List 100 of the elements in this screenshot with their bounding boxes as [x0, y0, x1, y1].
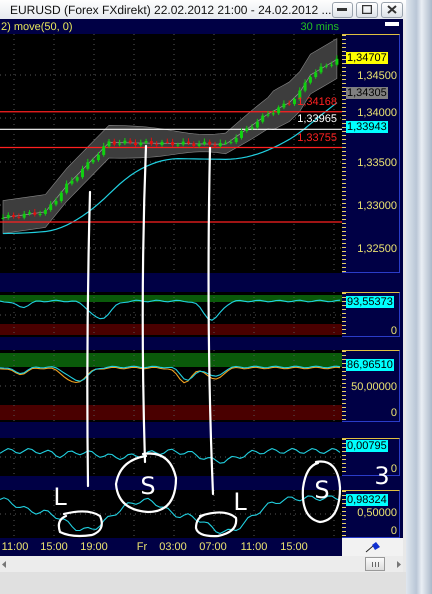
minimize-button[interactable] — [332, 2, 354, 18]
candlestick — [86, 158, 90, 172]
candlestick — [214, 141, 216, 148]
candlestick — [202, 138, 206, 146]
close-icon — [387, 5, 398, 14]
candlestick — [224, 140, 228, 146]
candlestick — [123, 138, 126, 146]
candlestick — [155, 140, 158, 148]
candlestick — [176, 142, 180, 148]
time-label: Fr — [136, 541, 148, 553]
candlestick — [324, 63, 328, 69]
candlestick — [272, 110, 275, 117]
handwritten-mark: S — [314, 477, 330, 503]
interval-label: 30 mins — [300, 20, 339, 32]
candlestick — [112, 138, 116, 147]
candlestick — [187, 138, 190, 146]
axis-label: 50,00000 — [351, 381, 397, 393]
candlestick — [144, 138, 148, 145]
candlestick — [229, 138, 232, 145]
axis-label: 0 — [390, 325, 397, 337]
left-arrow-icon — [2, 560, 6, 568]
candlestick — [192, 140, 196, 148]
candlestick — [60, 190, 63, 204]
time-label: 19:00 — [80, 541, 108, 553]
candlestick — [261, 112, 264, 124]
handwritten-mark: L — [233, 489, 247, 515]
candlestick — [234, 134, 238, 144]
time-label: 11:00 — [240, 541, 268, 553]
candlestick — [108, 138, 110, 149]
candlestick — [171, 138, 174, 148]
axis-label: 0,50000 — [357, 507, 397, 519]
axis-label: 0 — [390, 525, 397, 537]
candlestick — [208, 139, 212, 147]
candlestick — [33, 208, 36, 218]
candlestick — [28, 210, 31, 216]
candlestick — [240, 128, 243, 140]
maximize-button[interactable] — [356, 2, 378, 18]
axis-label: 1,34000 — [357, 107, 397, 119]
candlestick — [118, 139, 122, 147]
candlestick — [134, 138, 137, 148]
axis-label: 0 — [390, 407, 397, 419]
axis-label: 1,34500 — [357, 70, 397, 82]
window-title: EURUSD (Forex FXdirekt) 22.02.2012 21:00 - 24.02.2012 ... — [9, 2, 332, 16]
candlestick — [198, 140, 201, 148]
candlestick — [54, 197, 58, 207]
candlestick — [44, 207, 47, 216]
price-tag: 1,34305 — [346, 87, 388, 99]
candlestick — [330, 61, 334, 68]
candlestick — [22, 210, 26, 220]
candlestick — [102, 142, 106, 158]
value-tag: 0,00795 — [346, 440, 388, 452]
right-arrow-icon — [397, 560, 401, 568]
candlestick — [76, 174, 79, 183]
candlestick — [335, 54, 338, 67]
time-label: 07:00 — [199, 541, 227, 553]
candlestick — [308, 74, 312, 85]
candlestick — [304, 78, 307, 93]
price-level-label: 1,33755 — [296, 132, 338, 144]
candlestick — [282, 100, 286, 110]
candlestick — [92, 157, 95, 165]
value-tag: 86,96510 — [346, 359, 394, 371]
candlestick — [245, 125, 248, 134]
handwritten-mark: L — [53, 484, 67, 510]
candlestick — [17, 212, 20, 220]
candlestick — [49, 200, 52, 212]
candlestick — [70, 176, 74, 186]
candlestick — [182, 138, 185, 147]
value-tag: 0,98324 — [346, 494, 388, 506]
time-label: 15:00 — [280, 541, 308, 553]
close-button[interactable] — [381, 2, 403, 18]
time-label: 03:00 — [159, 541, 187, 553]
axis-label: 1,33000 — [357, 200, 397, 212]
price-level-label: 1,34168 — [296, 96, 338, 108]
candlestick — [256, 118, 259, 130]
candlestick — [2, 214, 4, 220]
candlestick — [65, 180, 68, 195]
candlestick — [38, 210, 42, 218]
candlestick — [160, 139, 164, 148]
candlestick — [266, 110, 270, 118]
pin-icon[interactable] — [364, 541, 380, 553]
price-tag: 1,34707 — [346, 52, 388, 64]
price-tag: 1,33943 — [346, 121, 388, 133]
candlestick — [288, 100, 291, 106]
axis-label: 1,32500 — [357, 243, 397, 255]
candlestick — [81, 165, 84, 180]
axis-label: 1,33500 — [357, 157, 397, 169]
candlestick — [314, 68, 318, 80]
maximize-icon — [362, 5, 372, 14]
panel-handle[interactable] — [385, 22, 399, 26]
candlestick — [320, 62, 322, 75]
candlestick — [150, 137, 153, 146]
candlestick — [166, 138, 169, 144]
candlestick — [250, 124, 254, 131]
indicator-label: 2) move(50, 0) — [0, 20, 73, 32]
candlestick — [12, 212, 16, 220]
candlestick — [128, 138, 132, 145]
scroll-thumb[interactable] — [365, 557, 385, 571]
time-label: 15:00 — [40, 541, 68, 553]
time-label: 11:00 — [2, 541, 28, 553]
candlestick — [218, 139, 222, 148]
